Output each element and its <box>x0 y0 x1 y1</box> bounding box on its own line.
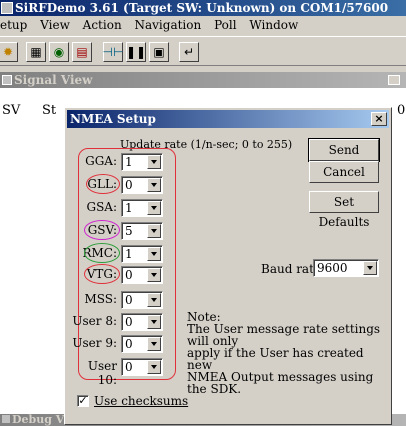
chevron-down-icon[interactable] <box>147 201 161 215</box>
vtg-rate-select[interactable]: 0 <box>121 266 163 284</box>
gsa-label: GSA: <box>86 200 117 214</box>
connect-icon[interactable]: ⊣⊢ <box>103 42 123 62</box>
user10-rate-value: 0 <box>125 360 133 374</box>
baud-rate-label: Baud rate <box>261 262 322 276</box>
dialog-title: NMEA Setup <box>70 112 156 126</box>
grid-icon[interactable]: ▦ <box>26 42 46 62</box>
cancel-button[interactable]: Cancel <box>309 161 379 183</box>
menu-action[interactable]: Action <box>83 16 122 35</box>
user8-rate-value: 0 <box>125 315 133 329</box>
chevron-down-icon[interactable] <box>147 155 161 169</box>
signal-view-title-bar: Signal View <box>0 72 406 88</box>
column-sv: SV <box>2 103 21 118</box>
gga-label: GGA: <box>85 154 117 168</box>
debug-view-icon <box>2 415 10 423</box>
close-icon[interactable]: × <box>371 112 387 126</box>
chevron-down-icon[interactable] <box>147 268 161 282</box>
app-title-bar: SiRFDemo 3.61 (Target SW: Unknown) on CO… <box>0 0 406 16</box>
menu-window[interactable]: Window <box>249 16 298 35</box>
set-defaults-button[interactable]: Set Defaults <box>309 191 379 229</box>
baud-rate-select[interactable]: 9600 <box>313 259 379 277</box>
user9-label: User 9: <box>72 336 117 350</box>
mss-rate-value: 0 <box>125 293 133 307</box>
chevron-down-icon[interactable] <box>147 315 161 329</box>
note-line: apply if the User has created new <box>187 346 364 372</box>
gsv-rate-select[interactable]: 5 <box>121 222 163 240</box>
note-text: Note: The User message rate settings wil… <box>187 311 387 395</box>
user10-rate-select[interactable]: 0 <box>121 358 163 376</box>
gsv-highlight <box>84 220 120 240</box>
gll-rate-select[interactable]: 0 <box>121 176 163 194</box>
chart-icon[interactable]: ▤ <box>72 42 92 62</box>
gsa-rate-select[interactable]: 1 <box>121 199 163 217</box>
user8-rate-select[interactable]: 0 <box>121 313 163 331</box>
chevron-down-icon[interactable] <box>147 337 161 351</box>
gll-highlight <box>86 174 120 194</box>
user9-rate-select[interactable]: 0 <box>121 335 163 353</box>
chevron-down-icon[interactable] <box>147 293 161 307</box>
gga-rate-value: 1 <box>125 155 133 169</box>
checkmark-icon: ✓ <box>78 394 88 407</box>
dialog-title-bar: NMEA Setup <box>67 110 389 128</box>
debug-view-title: Debug V <box>12 413 65 426</box>
rmc-highlight <box>84 243 120 263</box>
chevron-down-icon[interactable] <box>147 247 161 261</box>
baud-rate-value: 9600 <box>317 261 348 275</box>
chevron-down-icon[interactable] <box>147 360 161 374</box>
user9-rate-value: 0 <box>125 337 133 351</box>
signal-view-title: Signal View <box>14 73 93 87</box>
gsa-rate-value: 1 <box>125 201 133 215</box>
menu-view[interactable]: View <box>40 16 70 35</box>
vtg-highlight <box>84 264 120 284</box>
chevron-down-icon[interactable] <box>147 224 161 238</box>
gll-rate-value: 0 <box>125 178 133 192</box>
minimize-icon[interactable] <box>388 75 400 85</box>
menu-poll[interactable]: Poll <box>214 16 237 35</box>
gear-icon[interactable]: ✹ <box>0 42 18 62</box>
signal-view-icon <box>2 75 12 85</box>
target-icon[interactable]: ◉ <box>49 42 69 62</box>
menu-navigation[interactable]: Navigation <box>135 16 202 35</box>
user8-label: User 8: <box>72 314 117 328</box>
send-button[interactable]: Send <box>308 138 380 162</box>
user10-label: User 10: <box>87 359 117 387</box>
column-st: St <box>42 103 57 118</box>
column-last: 0 <box>397 103 406 118</box>
mss-label: MSS: <box>84 292 117 306</box>
note-line: The User message rate settings will only <box>187 322 381 348</box>
app-icon <box>1 2 13 14</box>
menu-setup[interactable]: etup <box>0 16 27 35</box>
note-line: NMEA Output messages using the SDK. <box>187 370 374 396</box>
gsv-rate-value: 5 <box>125 224 133 238</box>
use-checksums-checkbox[interactable]: ✓ <box>77 395 89 407</box>
pause-icon[interactable]: ❚❚ <box>126 42 146 62</box>
vtg-rate-value: 0 <box>125 268 133 282</box>
chevron-down-icon[interactable] <box>363 261 377 275</box>
menu-bar: etup View Action Navigation Poll Window <box>0 16 406 35</box>
toolbar: ✹ ▦ ◉ ▤ ⊣⊢ ❚❚ ▣ ↵ <box>0 36 406 66</box>
gga-rate-select[interactable]: 1 <box>121 153 163 171</box>
save-icon[interactable]: ▣ <box>149 42 169 62</box>
mss-rate-select[interactable]: 0 <box>121 291 163 309</box>
app-title: SiRFDemo 3.61 (Target SW: Unknown) on CO… <box>15 1 389 15</box>
rmc-rate-value: 1 <box>125 247 133 261</box>
return-icon[interactable]: ↵ <box>179 42 199 62</box>
use-checksums-label[interactable]: Use checksums <box>94 394 188 408</box>
chevron-down-icon[interactable] <box>147 178 161 192</box>
rmc-rate-select[interactable]: 1 <box>121 245 163 263</box>
nmea-setup-dialog: NMEA Setup × Update rate (1/n-sec; 0 to … <box>64 107 392 425</box>
